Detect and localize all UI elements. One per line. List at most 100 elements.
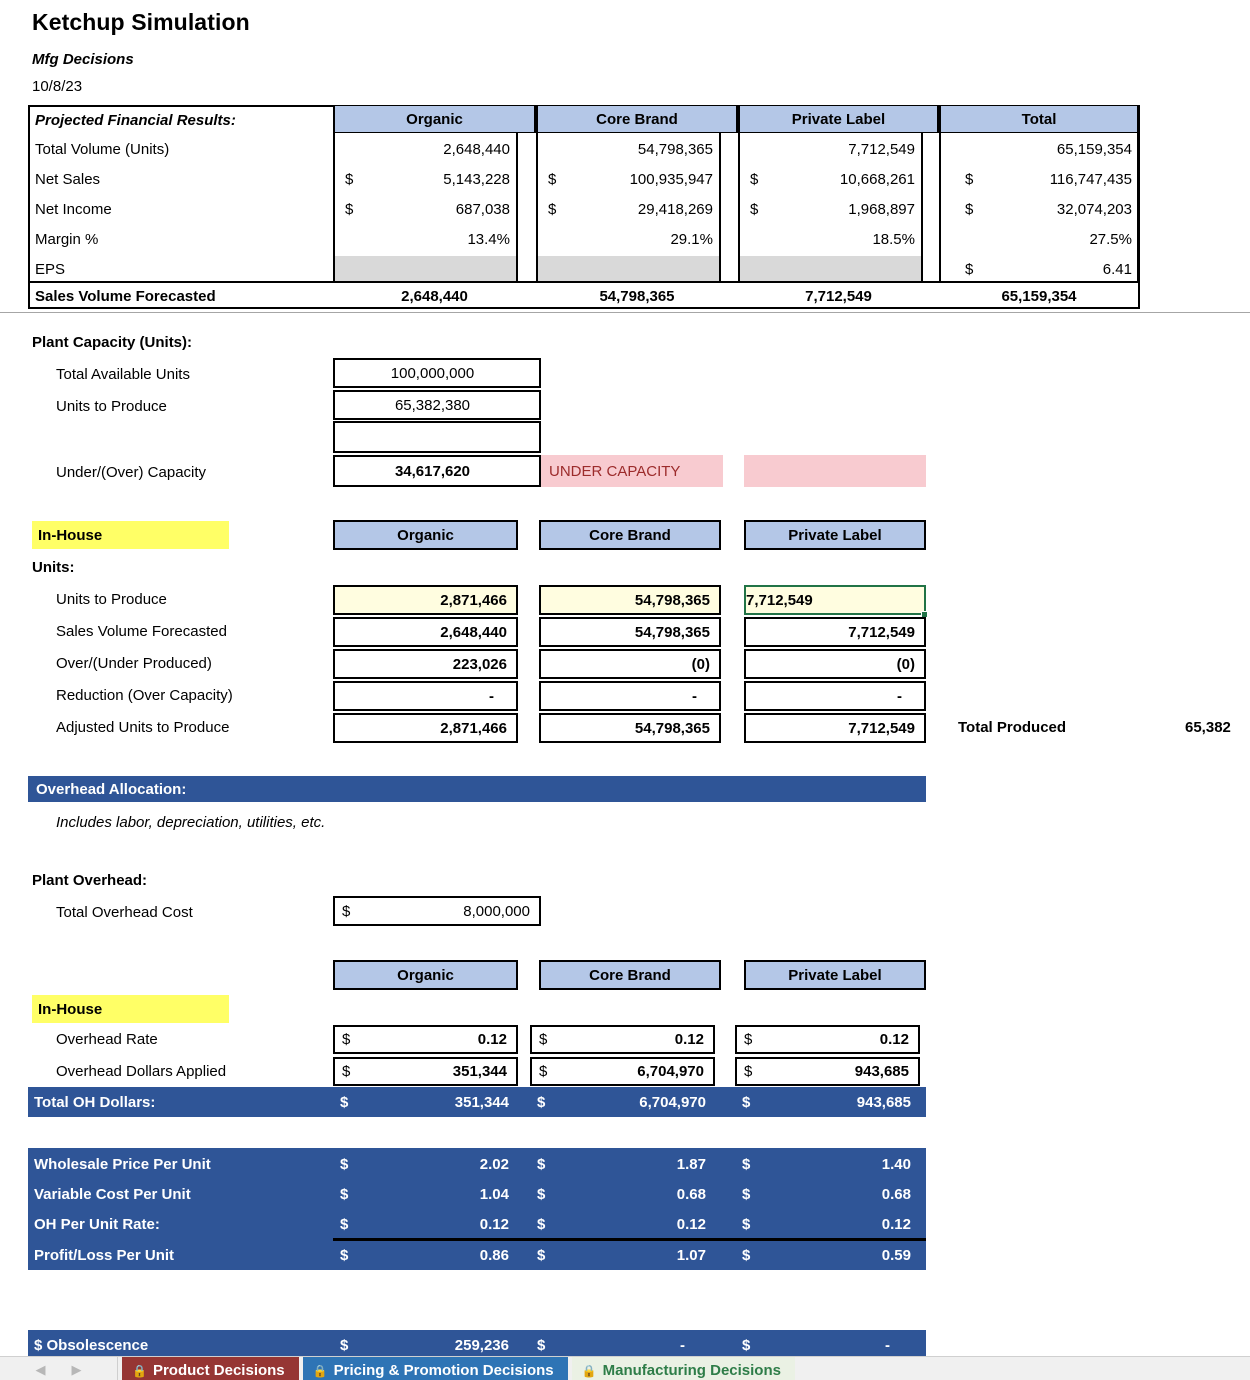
sales-volume-private-label-value: 7,712,549: [848, 623, 915, 641]
reduction-core-brand-cell[interactable]: -: [539, 681, 721, 711]
divider: [516, 133, 518, 281]
overhead-note: Includes labor, depreciation, utilities,…: [56, 813, 326, 831]
units-to-produce-core-brand-cell[interactable]: 54,798,365: [539, 585, 721, 615]
per-unit-row-label: Profit/Loss Per Unit: [34, 1246, 175, 1264]
capacity-status-text: UNDER CAPACITY: [549, 462, 681, 480]
financial-col-header-private-label: Private Label: [738, 106, 939, 133]
currency-symbol: $: [342, 1063, 351, 1080]
total-overhead-cost-cell[interactable]: $ 8,000,000: [333, 896, 541, 926]
sheet-tab-manufacturing-decisions[interactable]: 🔒 Manufacturing Decisions: [571, 1357, 795, 1380]
units-section-label: Units:: [32, 559, 75, 576]
divider: [939, 133, 941, 281]
financial-col-header-organic: Organic: [333, 106, 536, 133]
sheet-tab-product-decisions[interactable]: 🔒 Product Decisions: [122, 1357, 299, 1380]
plant-capacity-blank-cell[interactable]: [333, 421, 541, 453]
total-produced-label: Total Produced: [958, 719, 1067, 736]
sheet-nav-arrows[interactable]: ◀ ▶: [0, 1357, 118, 1380]
sheet-tab-pricing-promotion-decisions[interactable]: 🔒 Pricing & Promotion Decisions: [302, 1357, 568, 1380]
currency-symbol: $: [539, 1031, 548, 1048]
divider: [28, 281, 1140, 283]
overhead-dollars-core-brand-cell[interactable]: $ 6,704,970: [530, 1057, 715, 1086]
financial-value-eps: 6.41: [1102, 261, 1132, 278]
per-unit-row-label: Wholesale Price Per Unit: [34, 1155, 211, 1173]
financial-value: 10,668,261: [839, 171, 915, 188]
reduction-private-label-cell[interactable]: -: [744, 681, 926, 711]
over-under-produced-organic-value: 223,026: [452, 655, 507, 673]
overhead-rate-organic-cell[interactable]: $ 0.12: [333, 1025, 518, 1054]
over-under-produced-private-label-cell[interactable]: (0): [744, 649, 926, 679]
per-unit-row-label: OH Per Unit Rate:: [34, 1215, 160, 1233]
sales-volume-organic-cell[interactable]: 2,648,440: [333, 617, 518, 647]
currency-symbol: $: [744, 1031, 753, 1048]
units-row-label: Over/(Under Produced): [56, 655, 212, 672]
reduction-organic-value: -: [489, 687, 494, 705]
overhead-rate-organic-value: 0.12: [477, 1031, 507, 1048]
variable-cost-organic-value: 1.04: [479, 1185, 509, 1203]
units-col-header-core-brand: Core Brand: [539, 520, 721, 550]
adjusted-units-organic-cell[interactable]: 2,871,466: [333, 713, 518, 743]
plant-capacity-row-label: Total Available Units: [56, 366, 190, 383]
profit-loss-organic-value: 0.86: [479, 1246, 509, 1264]
overhead-dollars-private-label-cell[interactable]: $ 943,685: [735, 1057, 920, 1086]
financial-value: 18.5%: [872, 231, 915, 248]
lock-icon: 🔒: [312, 1363, 328, 1378]
plant-capacity-row-label: Under/(Over) Capacity: [56, 464, 207, 481]
adjusted-units-private-label-cell[interactable]: 7,712,549: [744, 713, 926, 743]
sheet-tab-bar: ◀ ▶ 🔒 Product Decisions 🔒 Pricing & Prom…: [0, 1356, 1250, 1380]
adjusted-units-core-brand-cell[interactable]: 54,798,365: [539, 713, 721, 743]
overhead-rate-core-brand-cell[interactable]: $ 0.12: [530, 1025, 715, 1054]
total-produced-value: 65,382: [1185, 719, 1231, 736]
units-to-produce-private-label-cell[interactable]: 7,712,549: [744, 585, 926, 615]
financial-footer-value: 7,712,549: [805, 288, 872, 305]
total-oh-dollars-core-brand-value: 6,704,970: [639, 1094, 706, 1111]
overhead-col-header-organic: Organic: [333, 960, 518, 990]
total-oh-dollars-label: Total OH Dollars:: [34, 1094, 156, 1111]
next-sheet-icon[interactable]: ▶: [72, 1363, 82, 1376]
financial-row-label: Net Sales: [35, 171, 101, 188]
financial-value: 2,648,440: [443, 141, 510, 158]
financial-value: 100,935,947: [629, 171, 713, 188]
over-under-produced-organic-cell[interactable]: 223,026: [333, 649, 518, 679]
financial-footer-value: 54,798,365: [599, 288, 675, 305]
oh-per-unit-private-label-value: 0.12: [881, 1215, 911, 1233]
financial-value: 27.5%: [1089, 231, 1132, 248]
overhead-col-header-core-brand-label: Core Brand: [589, 966, 671, 984]
sales-volume-private-label-cell[interactable]: 7,712,549: [744, 617, 926, 647]
overhead-col-header-private-label-label: Private Label: [788, 966, 882, 984]
obsolescence-organic-value: 259,236: [454, 1337, 509, 1354]
obsolescence-private-label-value: -: [885, 1337, 890, 1354]
overhead-row-label: Overhead Dollars Applied: [56, 1063, 227, 1080]
sheet-tab-manufacturing-decisions-label: Manufacturing Decisions: [602, 1362, 781, 1379]
prev-sheet-icon[interactable]: ◀: [36, 1363, 46, 1376]
units-to-produce-value: 65,382,380: [394, 396, 471, 414]
currency-symbol: $: [744, 1063, 753, 1080]
reduction-core-brand-value: -: [692, 687, 697, 705]
total-available-units-cell[interactable]: 100,000,000: [333, 358, 541, 388]
financial-value: 7,712,549: [848, 141, 915, 158]
financial-value: 1,968,897: [848, 201, 915, 218]
obsolescence-label: $ Obsolescence: [34, 1337, 149, 1354]
units-row-label: Units to Produce: [56, 591, 167, 608]
financial-row-label: EPS: [35, 261, 66, 278]
oh-per-unit-core-brand-value: 0.12: [676, 1215, 706, 1233]
total-available-units-value: 100,000,000: [390, 364, 475, 382]
currency-symbol: $: [539, 1063, 548, 1080]
adjusted-units-core-brand-value: 54,798,365: [634, 719, 710, 737]
under-over-capacity-cell[interactable]: 34,617,620: [333, 455, 541, 487]
overhead-rate-private-label-cell[interactable]: $ 0.12: [735, 1025, 920, 1054]
overhead-dollars-organic-cell[interactable]: $ 351,344: [333, 1057, 518, 1086]
units-to-produce-organic-cell[interactable]: 2,871,466: [333, 585, 518, 615]
sales-volume-core-brand-cell[interactable]: 54,798,365: [539, 617, 721, 647]
units-to-produce-organic-value: 2,871,466: [440, 591, 507, 609]
variable-cost-core-brand-value: 0.68: [676, 1185, 706, 1203]
units-row-label: Sales Volume Forecasted: [56, 623, 227, 640]
over-under-produced-core-brand-cell[interactable]: (0): [539, 649, 721, 679]
eps-blank-core-brand: [538, 256, 719, 281]
units-to-produce-cell[interactable]: 65,382,380: [333, 390, 541, 420]
reduction-organic-cell[interactable]: -: [333, 681, 518, 711]
lock-icon: 🔒: [581, 1363, 597, 1378]
units-row-label: Reduction (Over Capacity): [56, 687, 233, 704]
financial-col-header-core-brand: Core Brand: [536, 106, 738, 133]
units-col-header-private-label-label: Private Label: [788, 526, 882, 544]
overhead-row-label: Overhead Rate: [56, 1031, 158, 1048]
